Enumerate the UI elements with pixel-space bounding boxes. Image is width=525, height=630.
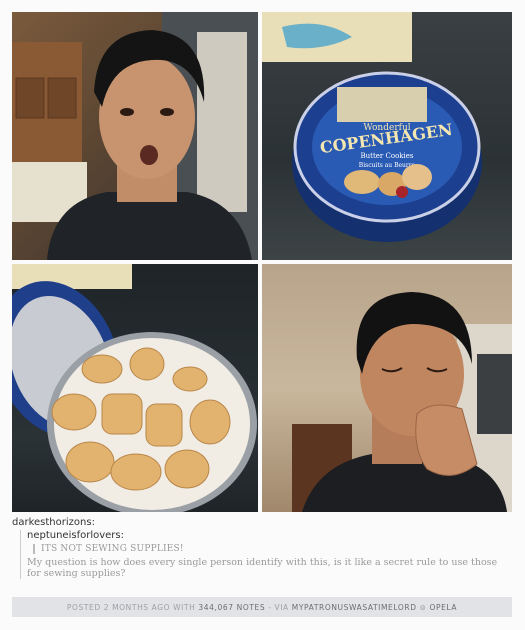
reblog-quote: ITS NOT SEWING SUPPLIES! bbox=[33, 544, 512, 554]
via-user-link[interactable]: MYPATRONUSWASATIMELORD bbox=[292, 603, 417, 612]
photo-crying-face[interactable] bbox=[262, 264, 512, 512]
tin-subtitle: Butter Cookies bbox=[361, 152, 414, 160]
poster-link[interactable]: darkesthorizons: bbox=[12, 517, 95, 528]
post-caption: darkesthorizons: neptuneisforlovers: ITS… bbox=[12, 517, 512, 579]
post-footer: POSTED 2 MONTHS AGO WITH 344,067 NOTES -… bbox=[12, 597, 512, 617]
photo-cookie-tin-open[interactable] bbox=[12, 264, 258, 512]
source-icon: ⊚ bbox=[419, 602, 427, 612]
reblog-user-link[interactable]: neptuneisforlovers: bbox=[27, 530, 124, 541]
photo-cookie-tin-closed[interactable]: Wonderful COPENHAGEN Butter Cookies Bisc… bbox=[262, 12, 512, 260]
reblog-block: neptuneisforlovers: ITS NOT SEWING SUPPL… bbox=[20, 530, 512, 579]
notes-count-link[interactable]: 344,067 NOTES bbox=[198, 603, 265, 612]
source-user-link[interactable]: OPELA bbox=[429, 603, 457, 612]
footer-via-label: - VIA bbox=[268, 602, 289, 612]
footer-prefix: POSTED 2 MONTHS AGO WITH bbox=[66, 602, 196, 612]
photo-surprised-face[interactable] bbox=[12, 12, 258, 260]
photoset[interactable]: Wonderful COPENHAGEN Butter Cookies Bisc… bbox=[12, 12, 512, 512]
caption-question: My question is how does every single per… bbox=[27, 557, 498, 579]
